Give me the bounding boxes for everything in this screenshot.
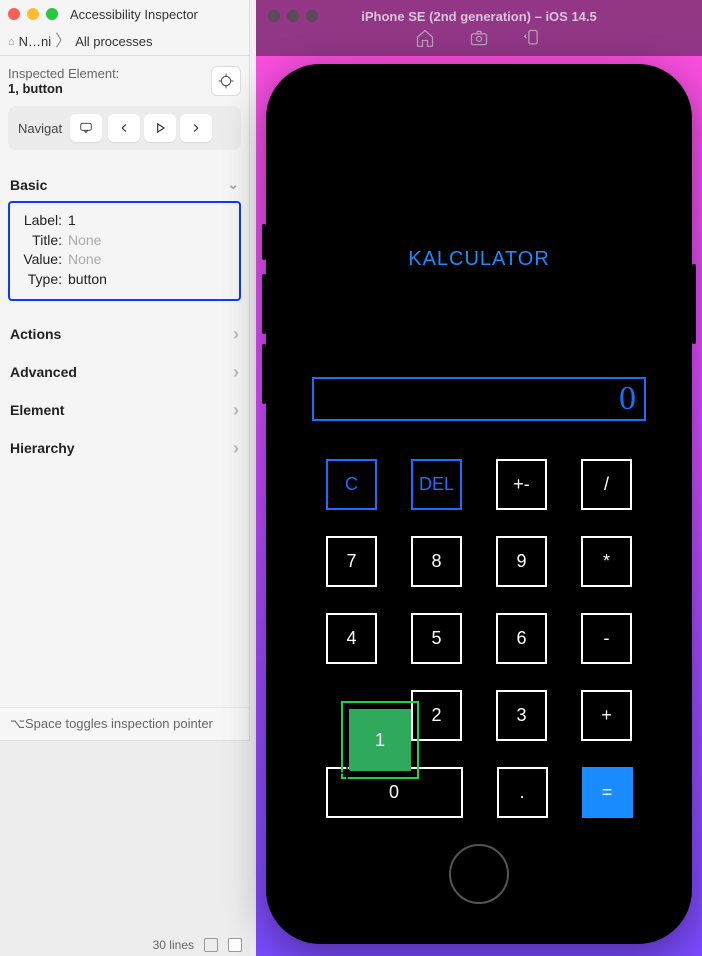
calculator-display: 0	[312, 377, 646, 421]
home-icon[interactable]	[415, 28, 435, 48]
editor-status: 30 lines	[153, 938, 242, 952]
mute-switch	[262, 224, 266, 260]
speech-bubble-icon	[79, 121, 93, 135]
inspector-title: Accessibility Inspector	[70, 7, 198, 22]
speak-button[interactable]	[70, 114, 102, 142]
inspector-panel: Accessibility Inspector ⌂ N…ni 〉 All pro…	[0, 0, 250, 740]
breadcrumb-process: All processes	[75, 34, 152, 49]
rotate-icon[interactable]	[523, 28, 543, 48]
traffic-lights	[8, 8, 58, 20]
volume-up	[262, 274, 266, 334]
key-2[interactable]: 2	[411, 690, 462, 741]
editor-lower-strip: 30 lines	[0, 740, 250, 956]
key-3[interactable]: 3	[496, 690, 547, 741]
display-value: 0	[619, 380, 636, 418]
key-multiply[interactable]: *	[581, 536, 632, 587]
play-icon	[153, 121, 167, 135]
home-button[interactable]	[449, 844, 509, 904]
basic-row-label: Label:1	[20, 211, 229, 231]
key-minus[interactable]: -	[581, 613, 632, 664]
keypad: C DEL +- / 7 8 9 * 4 5 6 - 2	[308, 459, 650, 818]
key-5[interactable]: 5	[411, 613, 462, 664]
simulator-titlebar: iPhone SE (2nd generation) – iOS 14.5	[256, 0, 702, 56]
inspector-titlebar: Accessibility Inspector	[0, 0, 249, 28]
sim-zoom-button[interactable]	[306, 10, 318, 22]
phone-frame: KALCULATOR 0 C DEL +- / 7 8 9 * 4	[266, 64, 692, 944]
footer-note: ⌥Space toggles inspection pointer	[0, 707, 249, 740]
close-window-button[interactable]	[8, 8, 20, 20]
app-title: KALCULATOR	[284, 248, 674, 271]
inspected-value: 1, button	[8, 81, 119, 96]
nav-prev-button[interactable]	[108, 114, 140, 142]
basic-properties-box: Label:1 Title:None Value:None Type:butto…	[8, 201, 241, 301]
key-1-selected-slot	[326, 690, 377, 741]
navigation-bar: Navigat	[8, 106, 241, 150]
key-0[interactable]: 0	[326, 767, 463, 818]
key-8[interactable]: 8	[411, 536, 462, 587]
screenshot-icon[interactable]	[469, 28, 489, 48]
key-9[interactable]: 9	[496, 536, 547, 587]
key-7[interactable]: 7	[326, 536, 377, 587]
chevron-right-icon: 〉	[55, 34, 71, 50]
key-delete[interactable]: DEL	[411, 459, 462, 510]
crosshair-icon	[218, 73, 234, 89]
inspected-element-row: Inspected Element: 1, button	[8, 66, 241, 96]
simulator-title: iPhone SE (2nd generation) – iOS 14.5	[361, 9, 597, 24]
section-actions[interactable]: Actions›	[8, 315, 241, 353]
key-plus[interactable]: +	[581, 690, 632, 741]
sim-close-button[interactable]	[268, 10, 280, 22]
breadcrumb-app: N…ni	[19, 34, 52, 49]
status-icon-2[interactable]	[228, 938, 242, 952]
basic-row-value: Value:None	[20, 250, 229, 270]
sim-traffic-lights	[268, 10, 318, 22]
navigation-label: Navigat	[16, 121, 64, 136]
sim-minimize-button[interactable]	[287, 10, 299, 22]
key-plusminus[interactable]: +-	[496, 459, 547, 510]
line-count: 30 lines	[153, 938, 194, 952]
target-picker-button[interactable]	[211, 66, 241, 96]
simulator-window: iPhone SE (2nd generation) – iOS 14.5 KA…	[256, 0, 702, 956]
section-hierarchy[interactable]: Hierarchy›	[8, 429, 241, 467]
inspected-label: Inspected Element:	[8, 66, 119, 81]
key-clear[interactable]: C	[326, 459, 377, 510]
chevron-right-icon: ›	[233, 439, 239, 457]
chevron-right-icon: ›	[233, 401, 239, 419]
power-button	[692, 264, 696, 344]
zoom-window-button[interactable]	[46, 8, 58, 20]
breadcrumb[interactable]: ⌂ N…ni 〉 All processes	[0, 28, 249, 56]
basic-row-title: Title:None	[20, 231, 229, 251]
volume-down	[262, 344, 266, 404]
section-basic-label: Basic	[10, 177, 47, 193]
key-4[interactable]: 4	[326, 613, 377, 664]
chevron-right-icon: ›	[233, 325, 239, 343]
key-divide[interactable]: /	[581, 459, 632, 510]
key-equals[interactable]: =	[582, 767, 633, 818]
chevron-down-icon: ⌄	[227, 176, 239, 193]
chevron-left-icon	[117, 121, 131, 135]
key-6[interactable]: 6	[496, 613, 547, 664]
key-dot[interactable]: .	[497, 767, 548, 818]
chevron-right-icon	[189, 121, 203, 135]
section-advanced[interactable]: Advanced›	[8, 353, 241, 391]
minimize-window-button[interactable]	[27, 8, 39, 20]
app-icon: ⌂	[8, 36, 15, 48]
phone-bezel: KALCULATOR 0 C DEL +- / 7 8 9 * 4	[278, 76, 680, 932]
nav-play-button[interactable]	[144, 114, 176, 142]
inspector-body: Inspected Element: 1, button Navigat	[0, 56, 249, 707]
basic-row-type: Type:button	[20, 270, 229, 290]
status-icon-1[interactable]	[204, 938, 218, 952]
nav-next-button[interactable]	[180, 114, 212, 142]
section-basic-header[interactable]: Basic ⌄	[8, 168, 241, 201]
phone-screen: KALCULATOR 0 C DEL +- / 7 8 9 * 4	[284, 110, 674, 824]
simulator-toolbar	[415, 28, 543, 48]
section-element[interactable]: Element›	[8, 391, 241, 429]
chevron-right-icon: ›	[233, 363, 239, 381]
